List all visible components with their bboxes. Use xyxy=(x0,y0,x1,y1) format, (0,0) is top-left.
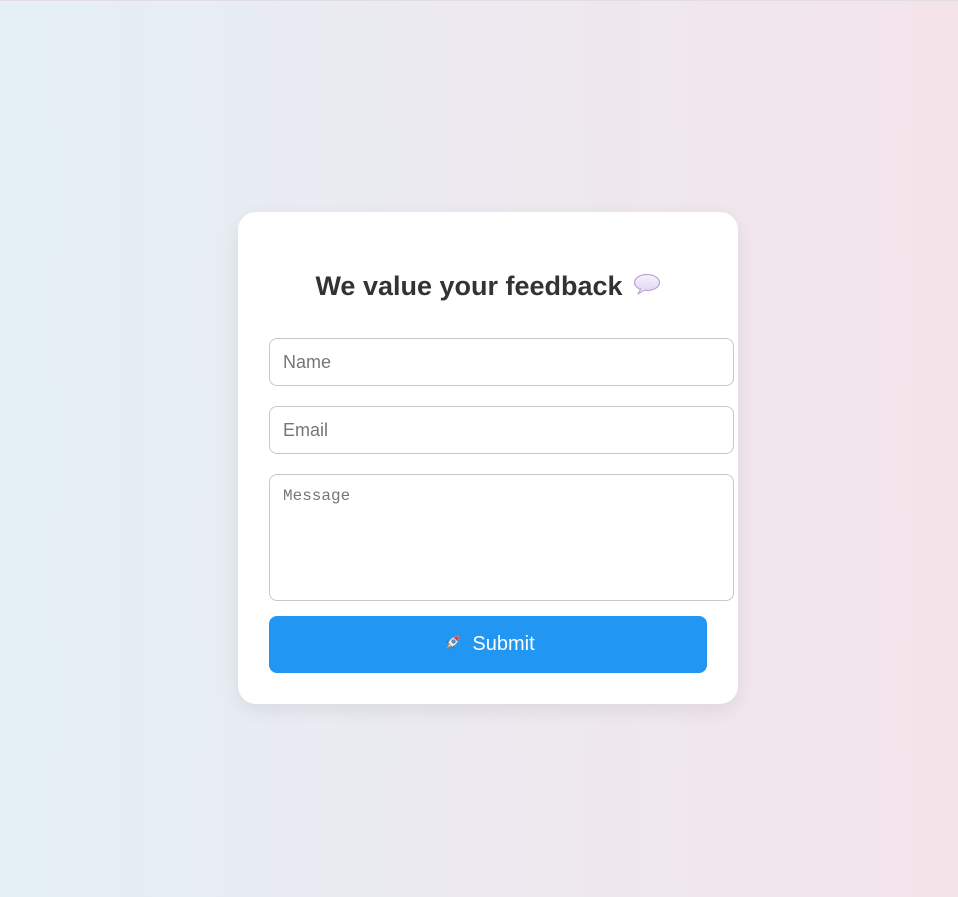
submit-button[interactable]: Submit xyxy=(269,616,707,673)
form-title-text: We value your feedback xyxy=(315,271,623,301)
message-field[interactable] xyxy=(269,474,734,601)
submit-label: Submit xyxy=(472,633,535,655)
form-title: We value your feedback xyxy=(238,268,738,306)
feedback-card: We value your feedback Name Email Messag… xyxy=(238,212,738,704)
name-field[interactable] xyxy=(269,338,734,386)
speech-bubble-icon xyxy=(633,268,661,304)
rocket-icon xyxy=(441,632,463,660)
email-field[interactable] xyxy=(269,406,734,454)
